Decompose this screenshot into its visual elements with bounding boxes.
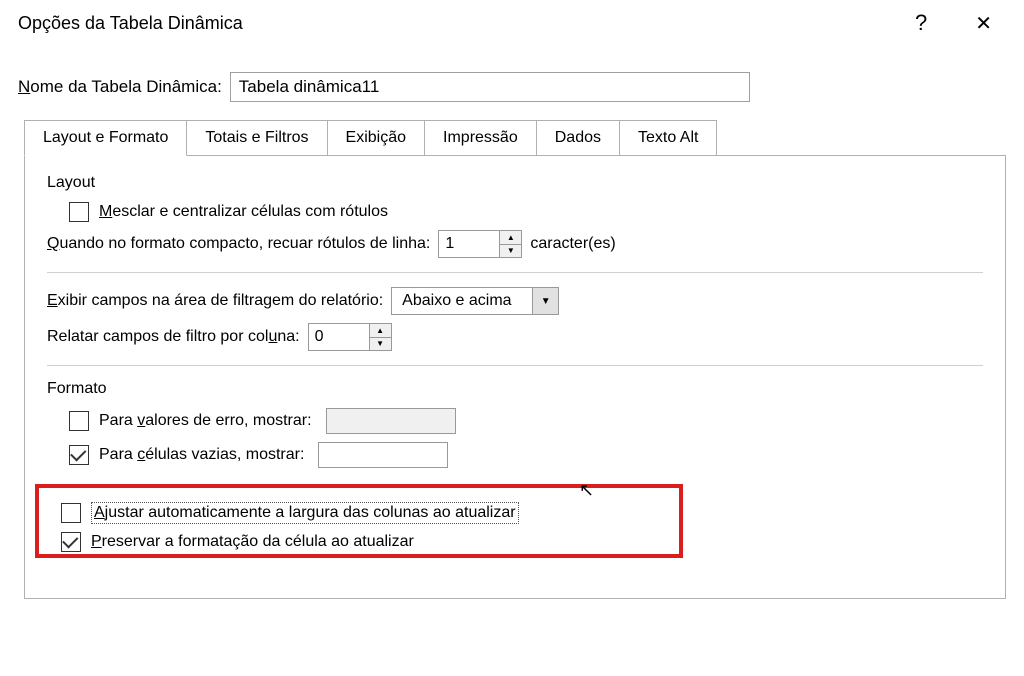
dialog-content: Nome da Tabela Dinâmica: Layout e Format…: [0, 46, 1024, 676]
indent-spinner-up[interactable]: ▲: [500, 231, 521, 245]
pivot-options-dialog: Opções da Tabela Dinâmica ? ✕ Nome da Ta…: [0, 0, 1024, 676]
error-values-input: [326, 408, 456, 434]
filter-area-dropdown[interactable]: Abaixo e acima ▼: [391, 287, 559, 315]
preserve-format-checkbox[interactable]: [61, 532, 81, 552]
filter-count-spinner[interactable]: ▲ ▼: [308, 323, 392, 351]
close-button[interactable]: ✕: [957, 7, 1012, 40]
merge-cells-checkbox[interactable]: [69, 202, 89, 222]
empty-cells-label: Para células vazias, mostrar:: [99, 446, 304, 464]
pivot-name-input[interactable]: [230, 72, 750, 102]
filter-area-row: Exibir campos na área de filtragem do re…: [47, 287, 983, 315]
autofit-columns-label: Ajustar automaticamente a largura das co…: [91, 502, 519, 524]
chevron-down-icon[interactable]: ▼: [532, 288, 558, 314]
filter-count-arrows: ▲ ▼: [369, 324, 391, 350]
tab-display[interactable]: Exibição: [327, 120, 425, 155]
error-values-row: Para valores de erro, mostrar:: [69, 408, 983, 434]
dialog-title: Opções da Tabela Dinâmica: [18, 13, 897, 34]
error-values-label: Para valores de erro, mostrar:: [99, 412, 312, 430]
filter-count-label: Relatar campos de filtro por coluna:: [47, 328, 300, 346]
divider-1: [47, 272, 983, 273]
pivot-name-label: Nome da Tabela Dinâmica:: [18, 77, 222, 97]
divider-2: [47, 365, 983, 366]
empty-cells-input[interactable]: [318, 442, 448, 468]
format-section-title: Formato: [47, 380, 983, 398]
pivot-name-row: Nome da Tabela Dinâmica:: [18, 72, 1006, 102]
help-button[interactable]: ?: [897, 6, 957, 40]
autofit-row: Ajustar automaticamente a largura das co…: [61, 502, 667, 524]
indent-spinner-input[interactable]: [439, 231, 499, 257]
indent-row: Quando no formato compacto, recuar rótul…: [47, 230, 983, 258]
filter-count-up[interactable]: ▲: [370, 324, 391, 338]
indent-spinner-down[interactable]: ▼: [500, 245, 521, 258]
cursor-icon: ↖: [579, 480, 594, 501]
autofit-columns-checkbox[interactable]: [61, 503, 81, 523]
titlebar: Opções da Tabela Dinâmica ? ✕: [0, 0, 1024, 46]
tab-print[interactable]: Impressão: [424, 120, 537, 155]
indent-spinner[interactable]: ▲ ▼: [438, 230, 522, 258]
preserve-format-label: Preservar a formatação da célula ao atua…: [91, 533, 414, 551]
tab-strip: Layout e Formato Totais e Filtros Exibiç…: [24, 120, 1006, 156]
indent-suffix: caracter(es): [530, 235, 615, 253]
filter-area-label: Exibir campos na área de filtragem do re…: [47, 292, 383, 310]
filter-count-input[interactable]: [309, 324, 369, 350]
empty-cells-checkbox[interactable]: [69, 445, 89, 465]
preserve-format-row: Preservar a formatação da célula ao atua…: [61, 532, 667, 552]
filter-count-row: Relatar campos de filtro por coluna: ▲ ▼: [47, 323, 983, 351]
tab-layout-format[interactable]: Layout e Formato: [24, 120, 187, 156]
highlighted-region: ↖ Ajustar automaticamente a largura das …: [35, 484, 683, 558]
tab-panel-layout-format: Layout Mesclar e centralizar células com…: [24, 156, 1006, 599]
tab-totals-filters[interactable]: Totais e Filtros: [186, 120, 327, 155]
empty-cells-row: Para células vazias, mostrar:: [69, 442, 983, 468]
error-values-checkbox[interactable]: [69, 411, 89, 431]
layout-section-title: Layout: [47, 174, 983, 192]
indent-spinner-arrows: ▲ ▼: [499, 231, 521, 257]
indent-label: Quando no formato compacto, recuar rótul…: [47, 235, 430, 253]
tab-alt-text[interactable]: Texto Alt: [619, 120, 717, 155]
merge-cells-label: Mesclar e centralizar células com rótulo…: [99, 203, 388, 221]
filter-area-value: Abaixo e acima: [392, 288, 532, 314]
tab-data[interactable]: Dados: [536, 120, 620, 155]
merge-cells-row: Mesclar e centralizar células com rótulo…: [69, 202, 983, 222]
filter-count-down[interactable]: ▼: [370, 338, 391, 351]
